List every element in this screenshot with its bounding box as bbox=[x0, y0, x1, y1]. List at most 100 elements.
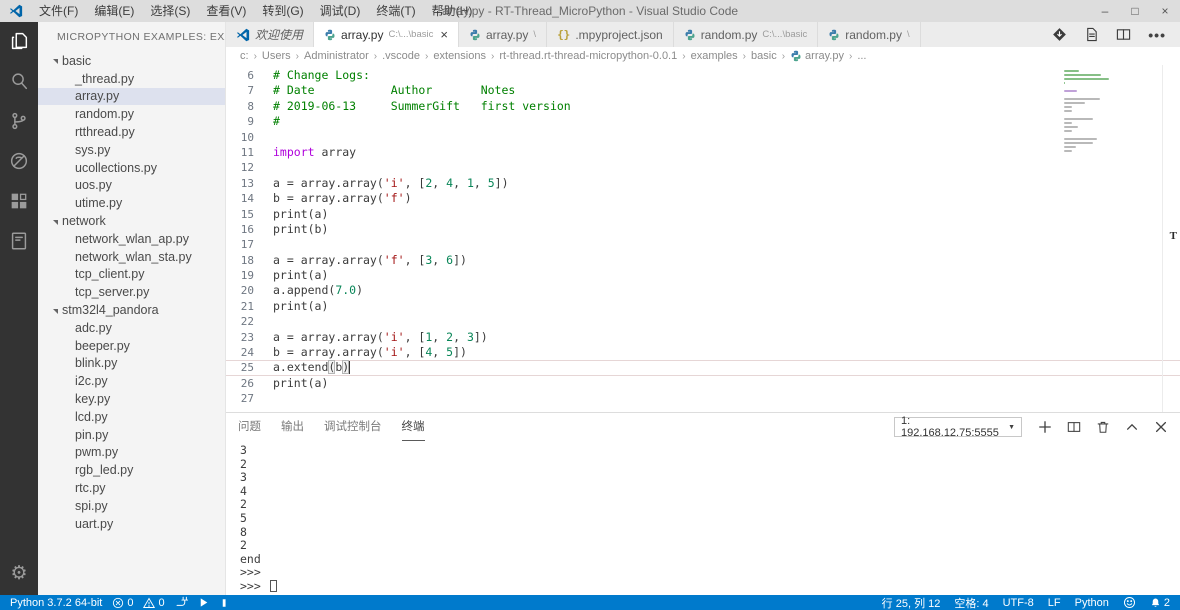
code-line-23[interactable]: 23 a = array.array('i', [1, 2, 3]) bbox=[226, 330, 1180, 345]
code-line-19[interactable]: 19 print(a) bbox=[226, 268, 1180, 283]
indentation[interactable]: 空格: 4 bbox=[954, 595, 988, 610]
terminal-output[interactable]: 3 2 3 4 2 5 8 2 end >>> >>> bbox=[226, 441, 1180, 594]
tree-item-sys.py[interactable]: sys.py bbox=[38, 141, 225, 159]
rt-thread-download-icon[interactable] bbox=[1052, 27, 1067, 42]
code-line-20[interactable]: 20 a.append(7.0) bbox=[226, 283, 1180, 298]
activity-micropython-examples[interactable] bbox=[0, 222, 38, 262]
breadcrumb-item-4[interactable]: extensions bbox=[433, 50, 486, 62]
cursor-position[interactable]: 行 25, 列 12 bbox=[882, 595, 941, 610]
menu-item-0[interactable]: 文件(F) bbox=[31, 4, 86, 18]
tree-item-tcp_server.py[interactable]: tcp_server.py bbox=[38, 283, 225, 301]
code-line-8[interactable]: 8 # 2019-06-13 SummerGift first version bbox=[226, 99, 1180, 114]
tree-item-adc.py[interactable]: adc.py bbox=[38, 319, 225, 337]
panel-tab-2[interactable]: 调试控制台 bbox=[324, 413, 382, 441]
code-line-26[interactable]: 26 print(a) bbox=[226, 376, 1180, 391]
tree-item-array.py[interactable]: array.py bbox=[38, 87, 225, 106]
tab-array.py-2[interactable]: array.py \ bbox=[458, 22, 548, 47]
open-file-icon[interactable] bbox=[1084, 27, 1099, 42]
menu-item-6[interactable]: 终端(T) bbox=[368, 4, 423, 18]
tree-item-network_wlan_ap.py[interactable]: network_wlan_ap.py bbox=[38, 230, 225, 248]
activity-explorer[interactable] bbox=[0, 22, 38, 62]
activity-search[interactable] bbox=[0, 62, 38, 102]
tree-item-basic[interactable]: basic bbox=[38, 52, 225, 70]
code-line-25[interactable]: 25 a.extend(b) bbox=[226, 360, 1180, 375]
menu-item-1[interactable]: 编辑(E) bbox=[86, 4, 142, 18]
activity-source-control[interactable] bbox=[0, 102, 38, 142]
errors-indicator[interactable]: 0 bbox=[112, 597, 133, 609]
menu-item-2[interactable]: 选择(S) bbox=[142, 4, 198, 18]
python-interpreter[interactable]: Python 3.7.2 64-bit bbox=[10, 597, 102, 609]
code-line-11[interactable]: 11 import array bbox=[226, 145, 1180, 160]
code-line-16[interactable]: 16 print(b) bbox=[226, 222, 1180, 237]
tree-item-rtthread.py[interactable]: rtthread.py bbox=[38, 123, 225, 141]
breadcrumb-item-8[interactable]: array.py bbox=[790, 50, 844, 62]
tree-item-tcp_client.py[interactable]: tcp_client.py bbox=[38, 266, 225, 284]
code-line-24[interactable]: 24 b = array.array('i', [4, 5]) bbox=[226, 345, 1180, 360]
eol-sequence[interactable]: LF bbox=[1048, 597, 1061, 609]
language-mode[interactable]: Python bbox=[1075, 597, 1109, 609]
feedback-button[interactable] bbox=[1123, 596, 1136, 609]
tab-.mpyproject.json-3[interactable]: {} .mpyproject.json bbox=[547, 22, 674, 47]
maximize-button[interactable]: □ bbox=[1120, 0, 1150, 22]
code-line-6[interactable]: 6 # Change Logs: bbox=[226, 68, 1180, 83]
code-line-9[interactable]: 9 # bbox=[226, 114, 1180, 129]
tree-item-rtc.py[interactable]: rtc.py bbox=[38, 479, 225, 497]
tree-item-rgb_led.py[interactable]: rgb_led.py bbox=[38, 461, 225, 479]
tree-item-random.py[interactable]: random.py bbox=[38, 105, 225, 123]
breadcrumb-item-3[interactable]: .vscode bbox=[382, 50, 420, 62]
breadcrumb-item-2[interactable]: Administrator bbox=[304, 50, 369, 62]
tab-array.py-1[interactable]: array.py C:\...\basic × bbox=[314, 22, 459, 47]
tree-item-utime.py[interactable]: utime.py bbox=[38, 194, 225, 212]
code-line-15[interactable]: 15 print(a) bbox=[226, 207, 1180, 222]
code-line-27[interactable]: 27 bbox=[226, 391, 1180, 406]
menu-item-3[interactable]: 查看(V) bbox=[198, 4, 254, 18]
tab-random.py-4[interactable]: random.py C:\...\basic bbox=[673, 22, 819, 47]
notifications-bell[interactable]: 2 bbox=[1150, 597, 1170, 609]
breadcrumb-item-1[interactable]: Users bbox=[262, 50, 291, 62]
tree-item-uart.py[interactable]: uart.py bbox=[38, 515, 225, 533]
more-actions-icon[interactable]: ••• bbox=[1148, 27, 1166, 43]
stop-button[interactable] bbox=[219, 597, 229, 609]
tab-random.py-5[interactable]: random.py \ bbox=[818, 22, 921, 47]
code-line-13[interactable]: 13 a = array.array('i', [2, 4, 1, 5]) bbox=[226, 176, 1180, 191]
tree-item-spi.py[interactable]: spi.py bbox=[38, 497, 225, 515]
connect-device-button[interactable] bbox=[175, 596, 188, 609]
menu-item-5[interactable]: 调试(D) bbox=[312, 4, 369, 18]
kill-terminal-icon[interactable] bbox=[1096, 420, 1110, 434]
code-line-18[interactable]: 18 a = array.array('f', [3, 6]) bbox=[226, 253, 1180, 268]
breadcrumb-item-9[interactable]: ... bbox=[857, 50, 866, 62]
close-panel-icon[interactable] bbox=[1154, 420, 1168, 434]
run-file-button[interactable] bbox=[198, 597, 209, 608]
panel-tab-0[interactable]: 问题 bbox=[238, 413, 261, 441]
tree-item-lcd.py[interactable]: lcd.py bbox=[38, 408, 225, 426]
close-button[interactable]: × bbox=[1150, 0, 1180, 22]
new-terminal-icon[interactable] bbox=[1038, 420, 1052, 434]
breadcrumb-item-7[interactable]: basic bbox=[751, 50, 777, 62]
tree-item-ucollections.py[interactable]: ucollections.py bbox=[38, 159, 225, 177]
tree-item-_thread.py[interactable]: _thread.py bbox=[38, 70, 225, 88]
code-line-14[interactable]: 14 b = array.array('f') bbox=[226, 191, 1180, 206]
tree-item-stm32l4_pandora[interactable]: stm32l4_pandora bbox=[38, 301, 225, 319]
code-editor[interactable]: 6 # Change Logs: 7 # Date Author Notes 8 # 20… bbox=[226, 65, 1180, 412]
code-line-10[interactable]: 10 bbox=[226, 130, 1180, 145]
tab--0[interactable]: 欢迎使用 bbox=[226, 22, 315, 47]
split-terminal-icon[interactable] bbox=[1067, 420, 1081, 434]
minimap[interactable] bbox=[1064, 70, 1160, 158]
terminal-select[interactable]: 1: 192.168.12.75:5555 ▼ bbox=[894, 415, 1022, 439]
tree-item-network_wlan_sta.py[interactable]: network_wlan_sta.py bbox=[38, 248, 225, 266]
activity-extensions[interactable] bbox=[0, 182, 38, 222]
activity-debug[interactable] bbox=[0, 142, 38, 182]
breadcrumb-item-6[interactable]: examples bbox=[691, 50, 738, 62]
split-editor-icon[interactable] bbox=[1116, 27, 1131, 42]
breadcrumb-item-0[interactable]: c: bbox=[240, 50, 249, 62]
tree-item-key.py[interactable]: key.py bbox=[38, 390, 225, 408]
panel-tab-1[interactable]: 输出 bbox=[281, 413, 304, 441]
code-line-12[interactable]: 12 bbox=[226, 160, 1180, 175]
tree-item-blink.py[interactable]: blink.py bbox=[38, 355, 225, 373]
tree-item-uos.py[interactable]: uos.py bbox=[38, 177, 225, 195]
maximize-panel-icon[interactable] bbox=[1125, 420, 1139, 434]
breadcrumb-item-5[interactable]: rt-thread.rt-thread-micropython-0.0.1 bbox=[499, 50, 677, 62]
tree-item-i2c.py[interactable]: i2c.py bbox=[38, 372, 225, 390]
minimize-button[interactable]: – bbox=[1090, 0, 1120, 22]
panel-tab-3[interactable]: 终端 bbox=[401, 413, 425, 441]
